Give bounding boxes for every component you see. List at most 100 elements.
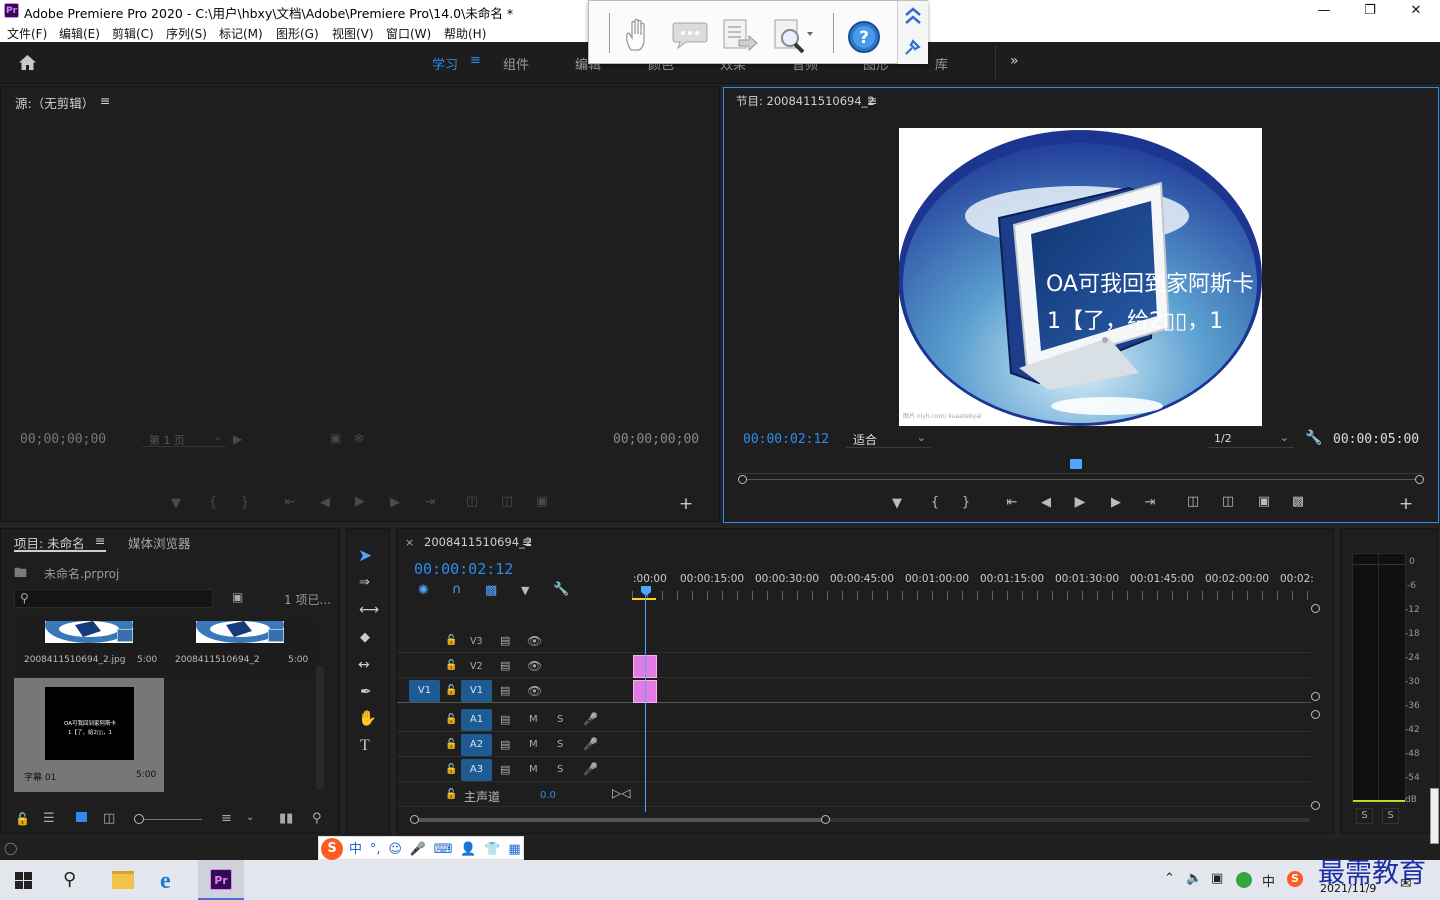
meter-solo-right-button[interactable]: S — [1382, 808, 1399, 824]
lock-track-icon[interactable]: 🔓 — [445, 685, 457, 696]
microphone-icon[interactable]: 🎤 — [583, 712, 598, 726]
timeline-add-marker-icon[interactable]: ▼ — [521, 584, 529, 597]
source-mark-out-icon[interactable]: } — [235, 495, 255, 510]
project-panel-menu-icon[interactable]: ≡ — [95, 533, 105, 548]
volume-icon[interactable]: 🔈 — [1186, 871, 1202, 886]
minimize-icon[interactable]: — — [1301, 0, 1347, 22]
mute-button[interactable]: M — [529, 739, 538, 750]
mute-button[interactable]: M — [529, 764, 538, 775]
work-area-bar[interactable] — [632, 598, 656, 600]
tab-media-browser[interactable]: 媒体浏览器 — [128, 533, 191, 552]
go-to-out-icon[interactable]: ⇥ — [1140, 495, 1160, 510]
go-to-in-icon[interactable]: ⇤ — [1002, 495, 1022, 510]
icon-view-icon[interactable] — [76, 812, 87, 822]
lock-track-icon[interactable]: 🔓 — [445, 714, 457, 725]
timeline-settings-wrench-icon[interactable]: 🔧 — [553, 582, 569, 597]
step-forward-icon[interactable]: ▶ — [1106, 495, 1126, 510]
freeform-view-icon[interactable]: ◫ — [103, 811, 115, 826]
lock-track-icon[interactable]: 🔓 — [445, 764, 457, 775]
windows-start-icon[interactable] — [15, 872, 32, 889]
menu-sequence[interactable]: 序列(S) — [166, 25, 207, 42]
solo-button[interactable]: S — [557, 739, 563, 750]
play-icon[interactable]: ▶ — [1070, 494, 1090, 510]
slip-tool-icon[interactable]: ↔ — [358, 657, 370, 673]
video-scroll-handle[interactable] — [1311, 604, 1320, 613]
search-icon[interactable]: ⚲ — [63, 869, 76, 890]
project-item-1[interactable]: 2008411510694_2.jpg 5:00 — [14, 621, 164, 675]
track-v2[interactable]: 🔓 V2 ▤ 👁 — [397, 654, 1311, 678]
nest-icon[interactable]: ✺ — [418, 583, 429, 598]
timeline-playhead-timecode[interactable]: 00:00:02:12 — [414, 560, 513, 578]
menu-window[interactable]: 窗口(W) — [386, 25, 431, 42]
thumbnail-zoom-slider[interactable] — [136, 819, 202, 820]
type-tool-icon[interactable]: T — [360, 737, 370, 755]
comment-icon[interactable] — [672, 20, 708, 50]
menu-markers[interactable]: 标记(M) — [219, 25, 263, 42]
scroll-handle-left[interactable] — [410, 815, 419, 824]
comparison-view-icon[interactable]: ▩ — [1288, 494, 1308, 509]
add-marker-icon[interactable]: ▼ — [887, 496, 907, 511]
hand-icon[interactable] — [623, 18, 653, 52]
extract-icon[interactable]: ◫ — [1218, 494, 1238, 509]
mute-button[interactable]: M — [529, 714, 538, 725]
step-back-icon[interactable]: ◀ — [1036, 495, 1056, 510]
track-target-v1[interactable]: V1 — [461, 680, 492, 702]
workspace-tab-assembly[interactable]: 组件 — [503, 54, 529, 73]
track-v1[interactable]: V1 🔓 V1 ▤ 👁 — [397, 679, 1311, 703]
hand-tool-icon[interactable]: ✋ — [358, 709, 377, 727]
tray-expand-icon[interactable]: ⌃ — [1164, 871, 1175, 886]
sync-lock-icon[interactable]: ▤ — [500, 763, 510, 776]
collapse-up-icon[interactable] — [904, 6, 922, 26]
microphone-icon[interactable]: 🎤 — [583, 737, 598, 751]
program-video-frame[interactable]: 图片 nlyh.com/ kuaatebyal OA可我回到家阿斯卡 1【了，给… — [899, 128, 1262, 426]
program-fit-dropdown[interactable]: 适合 ⌄ — [846, 431, 931, 448]
track-a1[interactable]: 🔓 A1 ▤ M S 🎤 — [397, 708, 1311, 732]
export-frame-icon[interactable]: ▣ — [1254, 494, 1274, 509]
lock-track-icon[interactable]: 🔓 — [445, 635, 457, 646]
taskbar-premiere-button[interactable]: Pr — [198, 860, 244, 900]
source-monitor-title[interactable]: 源:（无剪辑） — [15, 93, 94, 112]
track-select-tool-icon[interactable]: ⇒ — [359, 575, 370, 590]
track-a2[interactable]: 🔓 A2 ▤ M S 🎤 — [397, 733, 1311, 757]
eye-icon[interactable]: 👁 — [527, 634, 542, 648]
linked-selection-icon[interactable]: ▩ — [485, 583, 497, 598]
sync-lock-icon[interactable]: ▤ — [500, 713, 510, 726]
project-item-3-selected[interactable]: OA可我回到家阿斯卡 1【了，给2▯▯，1 字幕 01 5:00 — [14, 678, 164, 792]
source-go-to-out-icon[interactable]: ⇥ — [420, 495, 440, 510]
list-view-icon[interactable]: ☰ — [43, 811, 55, 826]
program-settings-wrench-icon[interactable]: 🔧 — [1305, 430, 1322, 446]
window-scrollbar[interactable] — [1430, 788, 1439, 844]
page-icon[interactable] — [721, 18, 759, 52]
zoom-icon[interactable] — [773, 18, 813, 56]
close-icon[interactable]: ✕ — [1393, 0, 1439, 22]
menu-graphics[interactable]: 图形(G) — [276, 25, 319, 42]
lift-icon[interactable]: ◫ — [1183, 494, 1203, 509]
lock-track-icon[interactable]: 🔓 — [445, 660, 457, 671]
menu-help[interactable]: 帮助(H) — [444, 25, 486, 42]
selection-tool-icon[interactable]: ➤ — [358, 546, 372, 566]
security-shield-icon[interactable] — [1236, 872, 1252, 888]
source-step-forward-icon[interactable]: ▶ — [385, 495, 405, 510]
lock-icon[interactable]: 🔓 — [15, 812, 30, 826]
source-timecode-left[interactable]: 00;00;00;00 — [20, 432, 106, 447]
sogou-tray-icon[interactable]: S — [1287, 871, 1303, 887]
source-add-button-icon[interactable]: + — [676, 494, 696, 514]
pen-tool-icon[interactable]: ✒ — [360, 684, 372, 700]
zoom-slider-handle[interactable] — [134, 814, 144, 824]
source-play-icon[interactable]: ▶ — [350, 494, 370, 509]
chevron-down-icon[interactable]: ⌄ — [246, 812, 254, 823]
workspace-tab-libraries[interactable]: 库 — [935, 54, 948, 73]
program-monitor-title[interactable]: 节目: 2008411510694_2 — [736, 93, 875, 109]
menu-view[interactable]: 视图(V) — [332, 25, 374, 42]
microphone-icon[interactable]: 🎤 — [583, 762, 598, 776]
project-scrollbar[interactable] — [316, 666, 324, 790]
eye-icon[interactable]: 👁 — [527, 684, 542, 698]
home-icon[interactable] — [18, 54, 37, 71]
mark-in-icon[interactable]: { — [925, 495, 945, 510]
source-insert-icon[interactable]: ◫ — [462, 494, 482, 509]
program-playhead-timecode[interactable]: 00:00:02:12 — [743, 432, 829, 447]
ime-keyboard-icon[interactable]: ⌨ — [434, 838, 453, 862]
audio-scroll-handle-bottom[interactable] — [1311, 801, 1320, 810]
program-resolution-dropdown[interactable]: 1/2 ⌄ — [1208, 431, 1294, 448]
mark-out-icon[interactable]: } — [956, 495, 976, 510]
